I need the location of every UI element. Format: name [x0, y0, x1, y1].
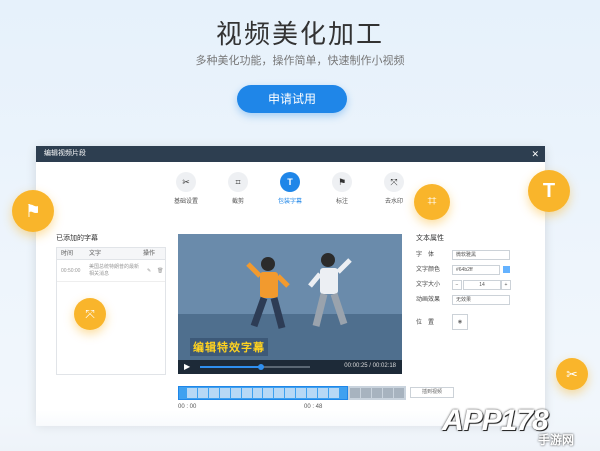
subtitles-header: 时间 文字 操作 [57, 248, 165, 260]
progress-handle[interactable] [257, 364, 264, 370]
tool-annotate[interactable]: ⚑ 标注 [322, 172, 362, 205]
timeline-frames [187, 388, 339, 398]
prop-effect: 动画效果 无效果 [416, 295, 516, 305]
tool-crop[interactable]: ⌗ 截剪 [218, 172, 258, 205]
col-time: 时间 [61, 251, 74, 257]
crop-icon: ⌗ [414, 184, 450, 220]
tool-label: 去水印 [384, 199, 403, 205]
tool-label: 包装字幕 [277, 199, 302, 205]
col-actions: 操作 [143, 251, 156, 257]
prop-label: 字 体 [416, 252, 435, 258]
editor-window: 编辑视频片段 ✕ ✂ 基础设置 ⌗ 截剪 T 包装字幕 ⚑ 标注 ⤧ 去水印 已… [36, 146, 545, 426]
size-value[interactable]: 14 [463, 280, 501, 290]
video-preview[interactable]: 编辑特效字幕 ▶ 00:00:25 / 00:02:18 [178, 234, 402, 374]
bookmark-icon: ⚑ [332, 172, 352, 192]
row-text: 美国总统特朗普的最新相关消息 [89, 263, 140, 277]
color-field[interactable]: #64b2ff [452, 265, 500, 275]
row-time: 00:50:00 [61, 267, 81, 274]
color-swatch[interactable] [503, 266, 510, 273]
text-icon: T [280, 172, 300, 192]
row-actions: ✎ 🗑 [139, 267, 165, 274]
prop-label: 文字大小 [416, 282, 441, 288]
bookmark-icon: ⚑ [12, 190, 54, 232]
scissors-icon: ✂ [176, 172, 196, 192]
col-text: 文字 [89, 251, 102, 257]
video-caption[interactable]: 编辑特效字幕 [190, 338, 268, 356]
watermark-remove-icon: ⤧ [74, 298, 106, 330]
subtitles-title: 已添加的字幕 [56, 235, 98, 242]
tool-label: 基础设置 [173, 199, 198, 205]
video-controls: ▶ 00:00:25 / 00:02:18 [178, 360, 402, 374]
table-row[interactable]: 00:50:00 美国总统特朗普的最新相关消息 ✎ 🗑 [57, 260, 165, 282]
timeline-frames [350, 388, 404, 398]
watermark-remove-icon: ⤧ [384, 172, 404, 192]
crop-icon: ⌗ [228, 172, 248, 192]
tool-basic-settings[interactable]: ✂ 基础设置 [166, 172, 206, 205]
hero-subtitle: 多种美化功能，操作简单，快速制作小视频 [195, 55, 405, 67]
apply-trial-button[interactable]: 申请试用 [237, 85, 347, 113]
prop-font: 字 体 微软雅黑 [416, 250, 516, 260]
scissors-icon: ✂ [556, 358, 588, 390]
prop-position: 位 置 [416, 318, 456, 328]
prop-label: 位 置 [416, 320, 435, 326]
effect-select[interactable]: 无效果 [452, 295, 510, 305]
tool-subtitles[interactable]: T 包装字幕 [270, 172, 310, 205]
size-plus-button[interactable]: + [501, 280, 511, 290]
close-icon[interactable]: ✕ [531, 146, 539, 162]
video-timecode: 00:00:25 / 00:02:18 [344, 363, 396, 369]
editor-title: 编辑视频片段 [44, 150, 86, 157]
prop-color: 文字颜色 #64b2ff [416, 265, 516, 275]
position-picker[interactable]: ◉ [452, 314, 468, 330]
progress-fill [200, 366, 261, 368]
site-watermark: APP178 手游网 [420, 396, 600, 451]
delete-icon[interactable]: 🗑 [153, 268, 163, 274]
text-icon: T [528, 170, 570, 212]
prop-size: 文字大小 − 14 + [416, 280, 516, 290]
tool-label: 标注 [335, 199, 348, 205]
tool-label: 截剪 [231, 199, 244, 205]
hero-title: 视频美化加工 [215, 19, 384, 49]
watermark-sub: 手游网 [538, 433, 575, 447]
timeline-rest[interactable] [348, 386, 406, 400]
watermark-brand: APP178 [442, 404, 549, 437]
tool-remove-watermark[interactable]: ⤧ 去水印 [374, 172, 414, 205]
prop-label: 文字颜色 [416, 267, 441, 273]
font-select[interactable]: 微软雅黑 [452, 250, 510, 260]
prop-label: 动画效果 [416, 297, 441, 303]
editor-toolbar: ✂ 基础设置 ⌗ 截剪 T 包装字幕 ⚑ 标注 ⤧ 去水印 [166, 172, 416, 208]
video-progress[interactable] [200, 364, 310, 370]
play-icon[interactable]: ▶ [184, 362, 190, 371]
text-props-title: 文本属性 [416, 235, 444, 242]
subtitles-table: 时间 文字 操作 00:50:00 美国总统特朗普的最新相关消息 ✎ 🗑 [56, 247, 166, 375]
editor-header: 编辑视频片段 ✕ [36, 146, 545, 162]
size-minus-button[interactable]: − [452, 280, 462, 290]
timeline-selected[interactable] [178, 386, 348, 400]
edit-icon[interactable]: ✎ [143, 268, 151, 274]
